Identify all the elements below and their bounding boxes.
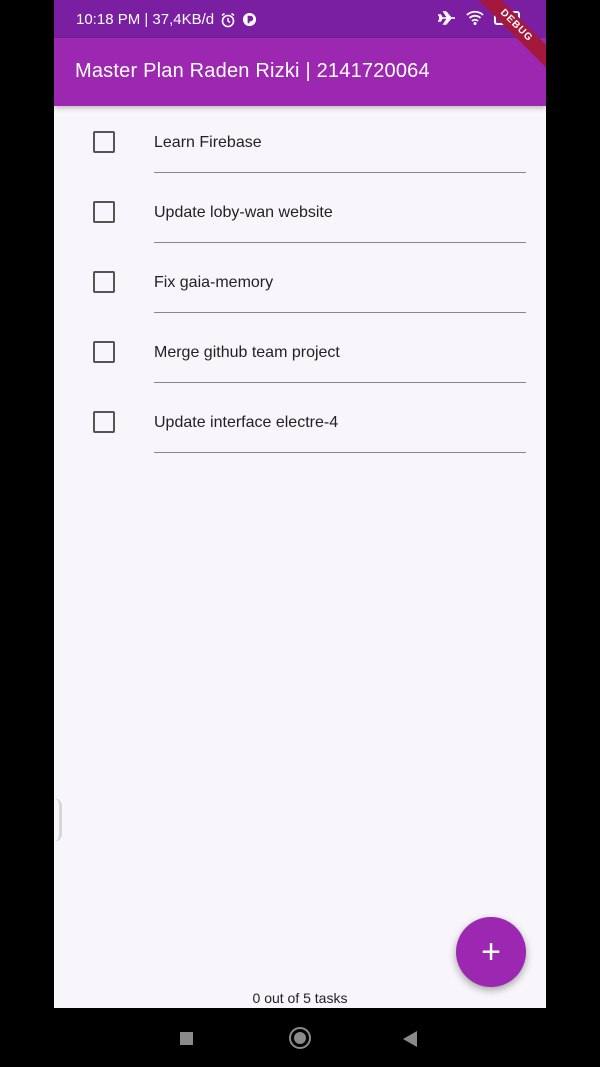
task-item: Fix gaia-memory xyxy=(54,246,546,316)
task-checkbox[interactable] xyxy=(93,341,115,363)
task-label: Update loby-wan website xyxy=(154,204,333,221)
task-item: Update loby-wan website xyxy=(54,176,546,246)
task-label: Fix gaia-memory xyxy=(154,274,274,291)
app-screen: 10:18 PM | 37,4KB/d 38 Master Plan Rad xyxy=(54,0,546,1008)
status-bar: 10:18 PM | 37,4KB/d 38 xyxy=(54,0,546,38)
task-text-field[interactable]: Merge github team project xyxy=(154,316,526,383)
plus-icon: + xyxy=(481,932,501,971)
home-icon[interactable] xyxy=(289,1027,311,1049)
recents-icon[interactable] xyxy=(180,1032,193,1045)
task-label: Merge github team project xyxy=(154,344,340,361)
task-text-field[interactable]: Learn Firebase xyxy=(154,106,526,173)
edge-swipe-handle[interactable] xyxy=(54,798,62,842)
task-label: Learn Firebase xyxy=(154,134,262,151)
task-item: Learn Firebase xyxy=(54,106,546,176)
add-task-button[interactable]: + xyxy=(456,917,526,987)
task-label: Update interface electre-4 xyxy=(154,414,339,431)
airplane-icon xyxy=(438,10,456,26)
app-bar: Master Plan Raden Rizki | 2141720064 xyxy=(54,38,546,106)
task-checkbox[interactable] xyxy=(93,131,115,153)
task-item: Update interface electre-4 xyxy=(54,386,546,456)
task-checkbox[interactable] xyxy=(93,201,115,223)
page-title: Master Plan Raden Rizki | 2141720064 xyxy=(75,60,430,82)
status-left: 10:18 PM | 37,4KB/d xyxy=(76,11,257,28)
task-text-field[interactable]: Update interface electre-4 xyxy=(154,386,526,453)
task-text-field[interactable]: Fix gaia-memory xyxy=(154,246,526,313)
alarm-icon xyxy=(220,12,236,28)
task-count-text: 0 out of 5 tasks xyxy=(252,990,348,1006)
system-nav-bar xyxy=(0,1008,600,1067)
task-item: Merge github team project xyxy=(54,316,546,386)
app-notification-icon xyxy=(242,12,257,27)
task-list: Learn Firebase Update loby-wan website F… xyxy=(54,106,546,456)
task-checkbox[interactable] xyxy=(93,411,115,433)
back-icon[interactable] xyxy=(403,1031,417,1047)
wifi-icon xyxy=(466,10,484,26)
phone-frame: 10:18 PM | 37,4KB/d 38 Master Plan Rad xyxy=(0,0,600,1067)
status-time: 10:18 PM | 37,4KB/d xyxy=(76,11,215,28)
task-checkbox[interactable] xyxy=(93,271,115,293)
task-text-field[interactable]: Update loby-wan website xyxy=(154,176,526,243)
